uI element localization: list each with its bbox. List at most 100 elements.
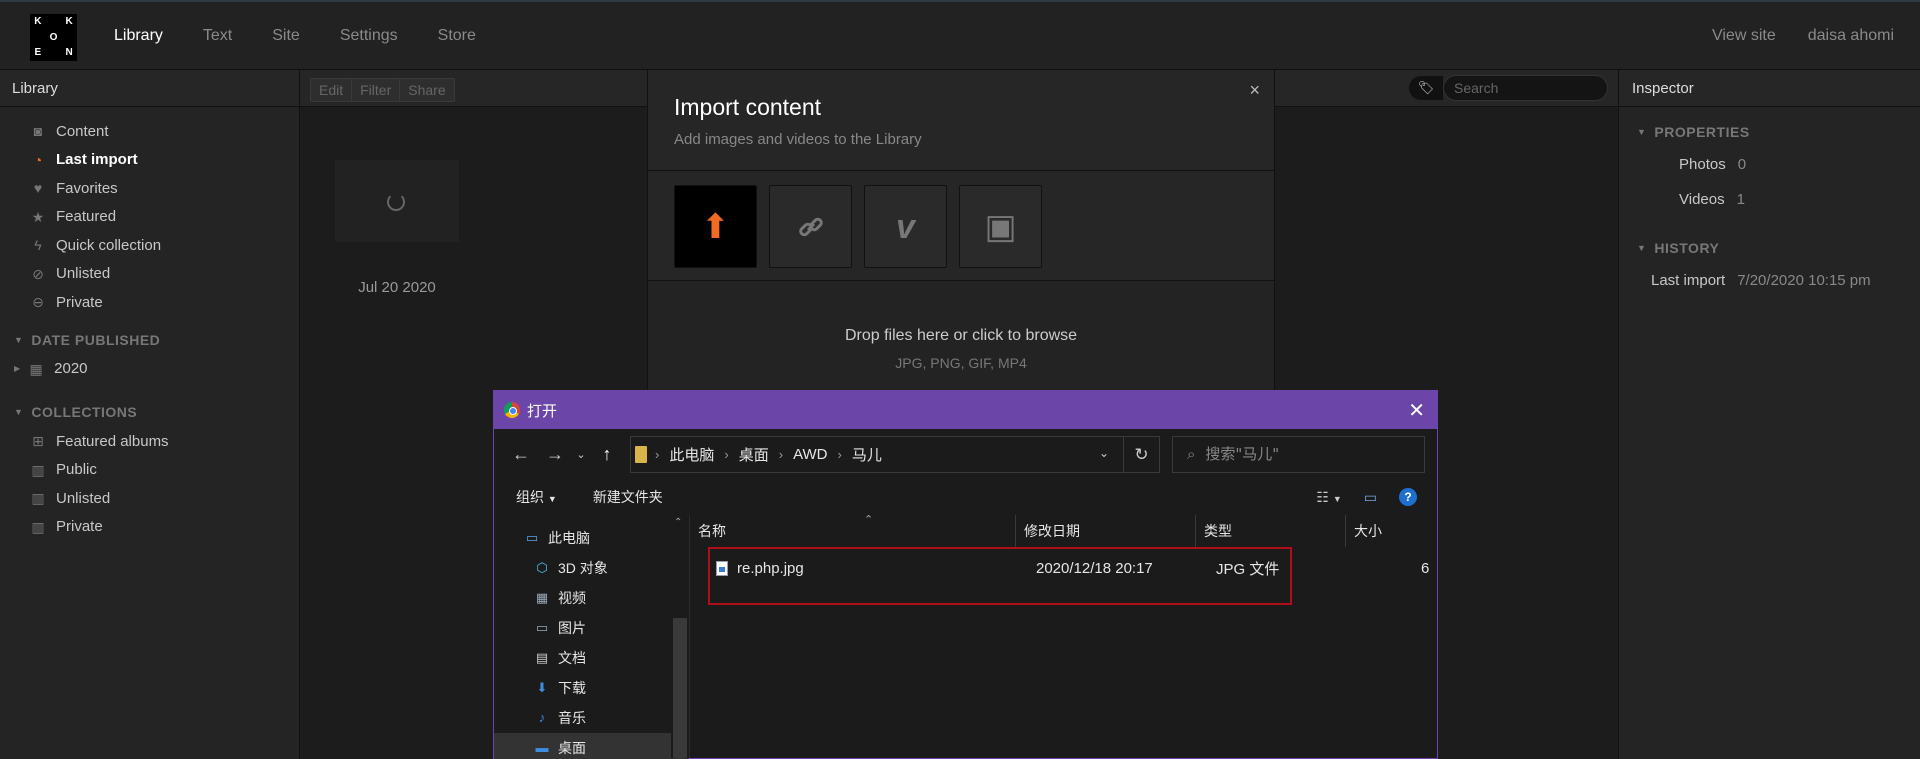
main-nav: Library Text Site Settings Store xyxy=(114,27,516,45)
dialog-search-box[interactable]: ⌕ xyxy=(1172,435,1425,473)
inspector-title: Inspector xyxy=(1619,70,1920,107)
koken-logo[interactable]: K K O E N xyxy=(30,14,77,61)
photos-value: 0 xyxy=(1737,156,1747,173)
tree-item-documents[interactable]: ▤ 文档 xyxy=(494,643,689,673)
nav-settings[interactable]: Settings xyxy=(340,27,398,45)
close-icon[interactable]: × xyxy=(1249,80,1260,101)
nav-store[interactable]: Store xyxy=(438,27,476,45)
tree-item-music[interactable]: ♪ 音乐 xyxy=(494,703,689,733)
edit-button[interactable]: Edit xyxy=(311,79,353,101)
new-folder-button[interactable]: 新建文件夹 xyxy=(593,487,663,507)
sidebar-item-quick-collection[interactable]: ϟ Quick collection xyxy=(0,231,299,260)
sidebar-item-featured[interactable]: ★ Featured xyxy=(0,203,299,232)
tree-item-label: 文档 xyxy=(558,650,586,666)
link-icon[interactable] xyxy=(769,185,852,268)
dialog-body: ▭ 此电脑 ⬡ 3D 对象 ▦ 视频 ▭ 图片 ▤ 文档 ⬇ 下载 ♪ 音乐 ▬… xyxy=(494,514,1437,759)
sidebar-item-2020[interactable]: ▶ ▦ 2020 xyxy=(0,355,299,384)
3d-objects-icon: ⬡ xyxy=(536,560,548,575)
search-input[interactable] xyxy=(1443,75,1608,101)
scroll-up-icon[interactable]: ⌃ xyxy=(674,517,682,528)
breadcrumb-current[interactable]: 马儿 xyxy=(852,444,882,465)
sidebar-item-label: Public xyxy=(56,461,97,479)
file-name: re.php.jpg xyxy=(737,559,804,577)
recent-locations-chevron-icon[interactable]: ⌄ xyxy=(572,448,590,461)
dialog-title: 打开 xyxy=(527,402,558,420)
close-icon[interactable]: ✕ xyxy=(1408,398,1425,423)
column-size[interactable]: 大小 xyxy=(1346,515,1436,547)
nav-library[interactable]: Library xyxy=(114,27,163,45)
tree-item-downloads[interactable]: ⬇ 下载 xyxy=(494,673,689,703)
vimeo-icon[interactable]: v xyxy=(864,185,947,268)
tree-item-3d-objects[interactable]: ⬡ 3D 对象 xyxy=(494,553,689,583)
history-section[interactable]: ▼ HISTORY xyxy=(1619,233,1920,263)
dialog-title-bar[interactable]: 打开 ✕ xyxy=(494,391,1437,429)
upload-icon[interactable]: ⬆ xyxy=(674,185,757,268)
section-label: PROPERTIES xyxy=(1654,124,1750,140)
open-file-dialog: 打开 ✕ ← → ⌄ ↑ › 此电脑 › 桌面 › AWD › 马儿 ⌄ ↻ ⌕… xyxy=(493,390,1438,759)
column-type[interactable]: 类型 xyxy=(1196,515,1346,547)
drop-zone[interactable]: Drop files here or click to browse JPG, … xyxy=(648,281,1274,400)
tag-icon[interactable]: 🏷 xyxy=(1409,76,1443,100)
star-icon: ★ xyxy=(31,208,45,225)
preview-pane-icon[interactable]: ▭ xyxy=(1364,489,1377,506)
modal-title: Import content xyxy=(674,94,822,120)
file-row[interactable]: re.php.jpg 2020/12/18 20:17 JPG 文件 6 xyxy=(710,556,1470,580)
user-menu[interactable]: daisa ahomi xyxy=(1808,27,1894,45)
drop-zone-text: Drop files here or click to browse xyxy=(844,327,1078,344)
organize-label: 组织 xyxy=(516,489,544,505)
sidebar-item-public[interactable]: ▥ Public xyxy=(0,456,299,485)
tree-item-desktop[interactable]: ▬ 桌面 xyxy=(494,733,689,759)
file-row-selection-highlight[interactable]: re.php.jpg 2020/12/18 20:17 JPG 文件 6 xyxy=(708,547,1429,605)
collections-section[interactable]: ▼ COLLECTIONS xyxy=(0,397,299,427)
share-button[interactable]: Share xyxy=(400,79,454,101)
tree-item-pictures[interactable]: ▭ 图片 xyxy=(494,613,689,643)
sidebar-item-unlisted[interactable]: ⊘ Unlisted xyxy=(0,260,299,289)
sidebar-item-last-import[interactable]: ◔ Last import xyxy=(0,146,299,175)
sidebar-item-favorites[interactable]: ♥ Favorites xyxy=(0,174,299,203)
lightning-icon: ϟ xyxy=(34,237,42,254)
view-mode-icon[interactable]: ☷ ▼ xyxy=(1316,489,1341,506)
up-arrow-icon[interactable]: ↑ xyxy=(590,444,624,465)
logo-letter xyxy=(46,45,62,61)
breadcrumb-awd[interactable]: AWD xyxy=(793,446,827,463)
view-controls: ☷ ▼ ▭ ? xyxy=(1316,488,1417,506)
drop-zone-formats: JPG, PNG, GIF, MP4 xyxy=(895,355,1027,371)
pictures-folder-icon: ▭ xyxy=(535,620,549,635)
file-list-header: ⌃ 名称 修改日期 类型 大小 xyxy=(690,514,1437,547)
nav-text[interactable]: Text xyxy=(203,27,232,45)
tree-item-this-pc[interactable]: ▭ 此电脑 xyxy=(494,523,689,553)
properties-section[interactable]: ▼ PROPERTIES xyxy=(1619,117,1920,147)
chevron-down-icon[interactable]: ⌄ xyxy=(1099,446,1109,460)
back-arrow-icon[interactable]: ← xyxy=(504,444,538,465)
navigation-scrollbar[interactable]: ⌃ xyxy=(671,515,689,758)
help-icon[interactable]: ? xyxy=(1399,488,1417,506)
date-published-section[interactable]: ▼ DATE PUBLISHED xyxy=(0,325,299,355)
sidebar-item-private[interactable]: ⊖ Private xyxy=(0,288,299,317)
nav-site[interactable]: Site xyxy=(272,27,300,45)
refresh-icon[interactable]: ↻ xyxy=(1123,436,1159,472)
organize-menu[interactable]: 组织 ▼ xyxy=(516,487,557,507)
filter-button[interactable]: Filter xyxy=(352,79,401,101)
column-date-modified[interactable]: 修改日期 xyxy=(1016,515,1196,547)
view-site-link[interactable]: View site xyxy=(1712,27,1776,45)
sidebar-item-unlisted-album[interactable]: ▥ Unlisted xyxy=(0,484,299,513)
import-source-row: ⬆ v ▣ xyxy=(648,171,1274,281)
tree-item-videos[interactable]: ▦ 视频 xyxy=(494,583,689,613)
photos-row: Photos 0 xyxy=(1619,147,1920,182)
modal-subtitle: Add images and videos to the Library xyxy=(674,131,922,148)
sidebar-item-private-album[interactable]: ▥ Private xyxy=(0,513,299,542)
library-sidebar: Library ◙ Content ◔ Last import ♥ Favori… xyxy=(0,70,300,759)
dialog-search-input[interactable] xyxy=(1205,445,1406,463)
column-name[interactable]: 名称 xyxy=(690,515,1016,547)
sidebar-item-content[interactable]: ◙ Content xyxy=(0,117,299,146)
file-size: 6 xyxy=(1421,559,1430,577)
instagram-icon[interactable]: ▣ xyxy=(959,185,1042,268)
breadcrumb-desktop[interactable]: 桌面 xyxy=(739,444,769,465)
breadcrumb-this-pc[interactable]: 此电脑 xyxy=(669,444,714,465)
media-thumbnail[interactable] xyxy=(335,160,459,242)
chrome-icon xyxy=(504,402,520,418)
address-bar[interactable]: › 此电脑 › 桌面 › AWD › 马儿 ⌄ ↻ xyxy=(630,435,1160,473)
scrollbar-thumb[interactable] xyxy=(673,618,687,758)
sidebar-item-featured-albums[interactable]: ⊞ Featured albums xyxy=(0,427,299,456)
forward-arrow-icon[interactable]: → xyxy=(538,444,572,465)
